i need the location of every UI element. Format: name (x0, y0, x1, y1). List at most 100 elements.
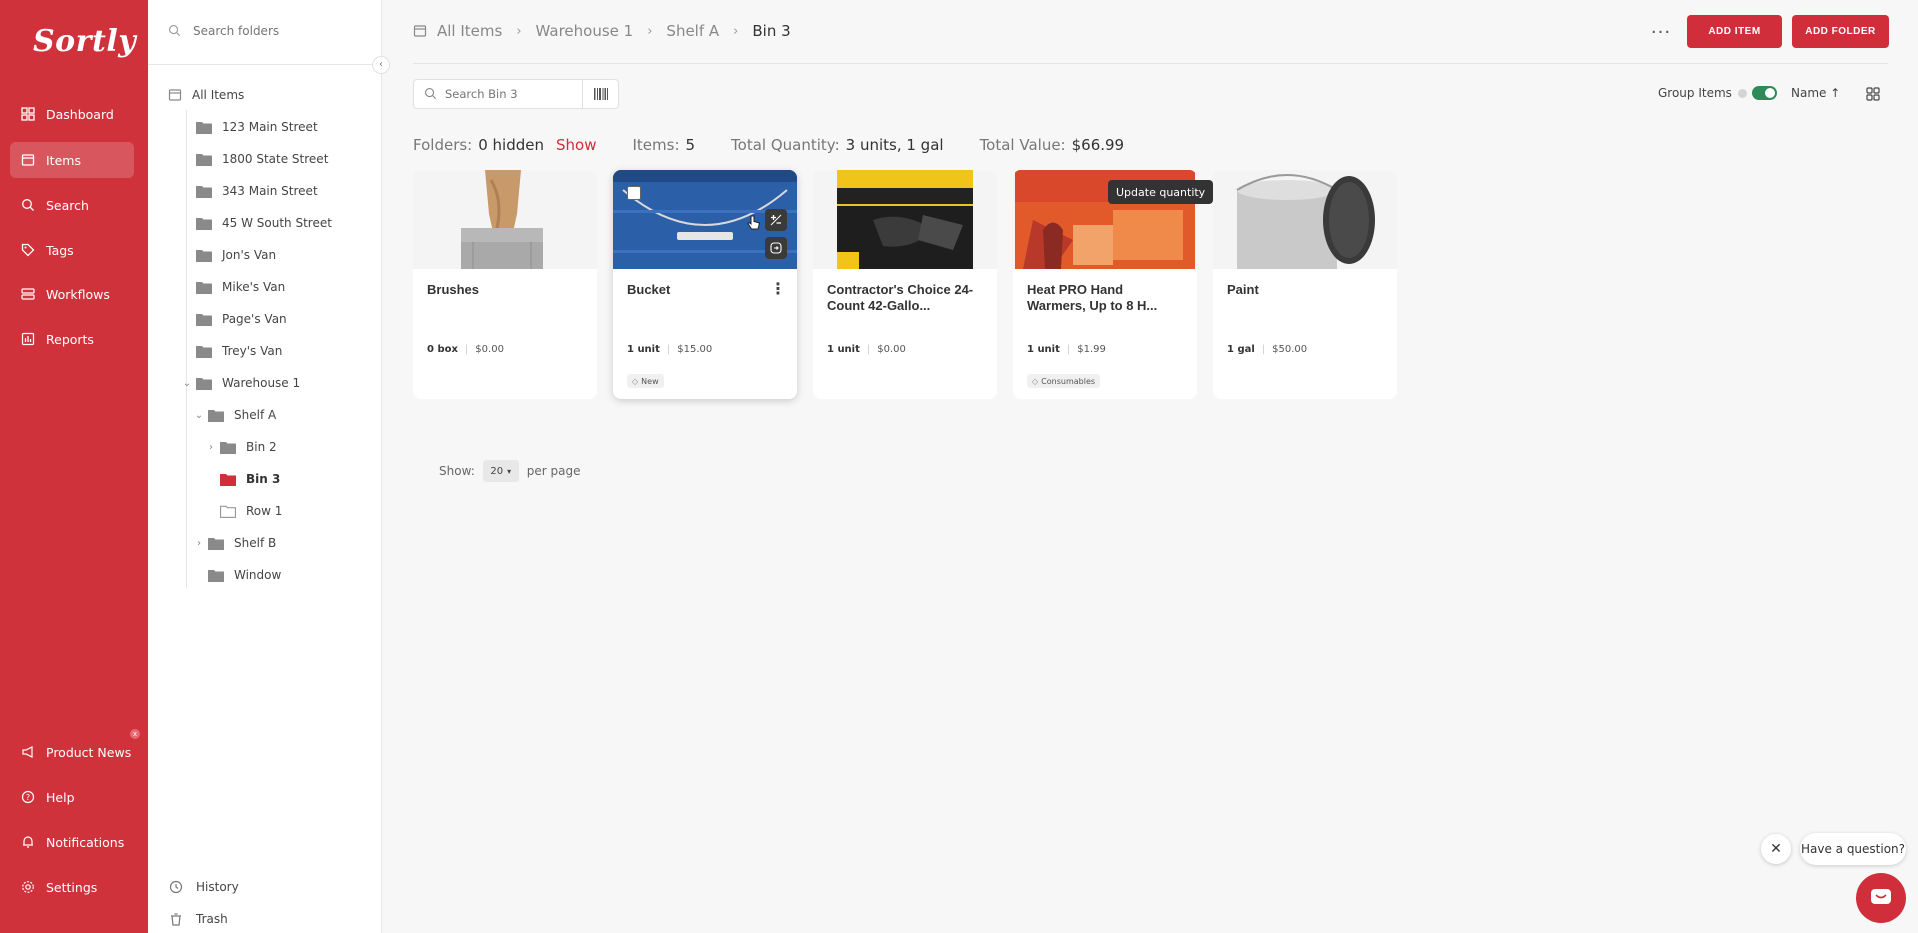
folder-search[interactable] (168, 18, 368, 44)
update-quantity-button[interactable] (765, 209, 787, 231)
tree-item-folder[interactable]: 45 W South Street (196, 211, 332, 235)
per-page-select[interactable]: 20 ▾ (482, 460, 519, 482)
info-icon[interactable] (1737, 88, 1747, 98)
history-link[interactable]: History (168, 876, 239, 898)
item-card[interactable]: Bucket ⋮ 1 unit | $15.00 ◇ New (613, 170, 797, 399)
pagination: Show: 20 ▾ per page (439, 460, 580, 482)
tag-icon: ◇ (632, 376, 639, 386)
item-search-input[interactable] (445, 87, 575, 101)
nav-label: Product News (46, 744, 132, 760)
folder-icon (196, 377, 212, 390)
nav-label: Notifications (46, 834, 125, 850)
sort-dropdown[interactable]: Name ↑ (1791, 86, 1840, 100)
item-select-checkbox[interactable] (627, 186, 641, 200)
sort-label: Name (1791, 86, 1827, 100)
folder-icon (208, 569, 224, 582)
item-price: $50.00 (1272, 344, 1308, 355)
tree-item-folder[interactable]: 123 Main Street (196, 115, 318, 139)
tree-item-label: Shelf B (234, 536, 277, 550)
item-more-options-icon[interactable]: ⋮ (770, 280, 786, 300)
nav-item-settings[interactable]: Settings (10, 869, 134, 905)
item-quantity: 1 gal (1227, 344, 1255, 355)
tree-item-all-items[interactable]: All Items (168, 83, 244, 107)
grid-view-icon[interactable] (1866, 86, 1880, 105)
show-hidden-folders-link[interactable]: Show (556, 136, 596, 154)
item-quantity: 1 unit (1027, 344, 1060, 355)
product-news-badge[interactable]: x (130, 729, 140, 739)
barcode-scan-icon[interactable] (582, 80, 618, 108)
nav-label: Settings (46, 879, 98, 895)
item-tag[interactable]: ◇ Consumables (1027, 374, 1101, 388)
add-folder-button[interactable]: ADD FOLDER (1792, 15, 1889, 48)
add-item-button[interactable]: ADD ITEM (1687, 15, 1782, 48)
item-image (1213, 170, 1397, 269)
tree-item-label: 45 W South Street (222, 216, 332, 230)
tree-item-folder[interactable]: Page's Van (196, 307, 287, 331)
chevron-down-icon[interactable]: ⌄ (194, 410, 204, 421)
breadcrumb-item[interactable]: Shelf A (666, 22, 719, 40)
close-chat-prompt-button[interactable]: ✕ (1761, 834, 1791, 864)
megaphone-icon (20, 744, 36, 760)
item-tag[interactable]: ◇ New (627, 374, 664, 388)
search-icon (20, 197, 36, 213)
nav-item-product-news[interactable]: Product News (10, 734, 134, 770)
tree-item-label: All Items (192, 88, 245, 102)
item-search[interactable] (413, 79, 619, 109)
nav-label: Items (46, 152, 81, 168)
item-card[interactable]: Brushes 0 box | $0.00 (413, 170, 597, 399)
chat-prompt-bubble[interactable]: Have a question? (1800, 833, 1906, 865)
tree-item-row-1[interactable]: Row 1 (220, 499, 282, 523)
nav-item-reports[interactable]: Reports (10, 321, 134, 357)
nav-item-dashboard[interactable]: Dashboard (10, 96, 134, 132)
folder-icon (196, 185, 212, 198)
item-card[interactable]: Heat PRO Hand Warmers, Up to 8 H... 1 un… (1013, 170, 1197, 399)
tree-item-folder[interactable]: Trey's Van (196, 339, 282, 363)
sortly-logo[interactable]: Sortly (33, 24, 136, 59)
tree-item-label: Window (234, 568, 282, 582)
move-item-button[interactable] (765, 237, 787, 259)
chevron-right-icon[interactable]: › (194, 538, 204, 549)
tree-item-warehouse-1[interactable]: ⌄ Warehouse 1 (182, 371, 300, 395)
group-items-toggle[interactable] (1751, 86, 1777, 100)
tree-item-window[interactable]: Window (208, 563, 281, 587)
nav-item-search[interactable]: Search (10, 187, 134, 223)
per-page-value: 20 (490, 465, 504, 477)
more-options-button[interactable]: ... (1648, 19, 1674, 43)
chevron-down-icon[interactable]: ⌄ (182, 378, 192, 389)
breadcrumb-item[interactable]: Warehouse 1 (536, 22, 634, 40)
tree-item-folder[interactable]: 343 Main Street (196, 179, 318, 203)
trash-link[interactable]: Trash (168, 908, 228, 930)
tree-item-bin-3[interactable]: Bin 3 (220, 467, 280, 491)
item-name: Brushes (427, 282, 480, 297)
tree-item-folder[interactable]: 1800 State Street (196, 147, 328, 171)
dashboard-icon (20, 106, 36, 122)
nav-item-notifications[interactable]: Notifications (10, 824, 134, 860)
items-icon (20, 152, 36, 168)
nav-item-tags[interactable]: Tags (10, 232, 134, 268)
nav-item-help[interactable]: ? Help (10, 779, 134, 815)
breadcrumb-item[interactable]: All Items (437, 22, 502, 40)
group-items-label: Group Items (1658, 86, 1732, 100)
folder-search-input[interactable] (193, 24, 353, 38)
item-meta: 1 unit | $1.99 (1027, 344, 1106, 355)
tree-guide-line (186, 110, 187, 588)
total-value-value: $66.99 (1071, 136, 1125, 154)
tree-item-folder[interactable]: Mike's Van (196, 275, 285, 299)
tree-item-shelf-a[interactable]: ⌄ Shelf A (194, 403, 276, 427)
caret-down-icon: ▾ (507, 466, 512, 476)
tree-item-shelf-b[interactable]: › Shelf B (194, 531, 276, 555)
chat-launcher-button[interactable] (1856, 873, 1906, 923)
nav-item-items[interactable]: Items (10, 142, 134, 178)
item-card[interactable]: Paint 1 gal | $50.00 (1213, 170, 1397, 399)
tree-item-label: Jon's Van (222, 248, 277, 262)
bell-icon (20, 834, 36, 850)
search-icon (424, 85, 437, 104)
breadcrumb: All Items › Warehouse 1 › Shelf A › Bin … (413, 20, 791, 42)
tree-item-bin-2[interactable]: › Bin 2 (206, 435, 277, 459)
tree-item-folder[interactable]: Jon's Van (196, 243, 276, 267)
item-card[interactable]: Contractor's Choice 24-Count 42-Gallo...… (813, 170, 997, 399)
total-quantity-label: Total Quantity: (731, 136, 840, 154)
nav-item-workflows[interactable]: Workflows (10, 276, 134, 312)
chevron-right-icon[interactable]: › (206, 442, 216, 453)
item-meta: 1 unit | $0.00 (827, 344, 906, 355)
